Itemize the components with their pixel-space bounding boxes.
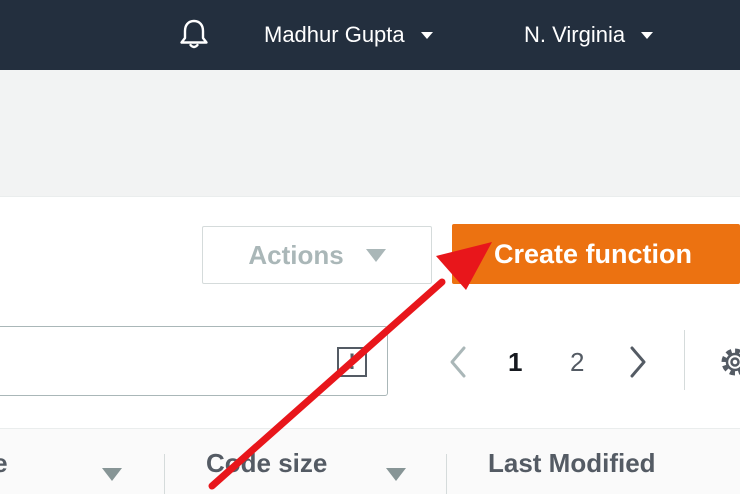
page-header-area bbox=[0, 70, 740, 196]
column-separator bbox=[164, 454, 165, 494]
region-menu-caret-icon bbox=[641, 31, 654, 39]
column-header-last-modified[interactable]: Last Modified bbox=[488, 432, 740, 494]
actions-label: Actions bbox=[248, 239, 344, 270]
gear-icon[interactable] bbox=[716, 343, 740, 381]
page-1-button[interactable]: 1 bbox=[508, 344, 522, 380]
column-code-size-label: Code size bbox=[206, 447, 328, 478]
page-2-button[interactable]: 2 bbox=[570, 344, 584, 380]
column-last-modified-label: Last Modified bbox=[488, 447, 656, 478]
region-name: N. Virginia bbox=[524, 22, 626, 47]
sort-caret-icon[interactable] bbox=[386, 468, 406, 481]
column-header-name[interactable]: me bbox=[0, 432, 164, 494]
user-menu[interactable]: Madhur Gupta bbox=[264, 20, 433, 50]
region-menu[interactable]: N. Virginia bbox=[524, 20, 654, 50]
bell-icon[interactable] bbox=[176, 16, 212, 52]
previous-page-icon[interactable] bbox=[446, 344, 470, 380]
search-input[interactable]: ! bbox=[0, 326, 388, 396]
create-function-button[interactable]: Create function bbox=[452, 224, 740, 284]
column-separator bbox=[446, 454, 447, 494]
toolbar-divider bbox=[684, 330, 685, 390]
user-menu-caret-icon bbox=[420, 31, 433, 39]
caret-down-icon bbox=[365, 248, 386, 262]
top-navigation-bar: Madhur Gupta N. Virginia bbox=[0, 0, 740, 70]
clear-filter-icon[interactable]: ! bbox=[337, 347, 367, 377]
create-function-label: Create function bbox=[494, 238, 693, 269]
column-name-label: me bbox=[0, 447, 8, 478]
sort-caret-icon[interactable] bbox=[102, 468, 122, 481]
column-header-code-size[interactable]: Code size bbox=[206, 432, 442, 494]
actions-dropdown-button[interactable]: Actions bbox=[202, 226, 432, 284]
next-page-icon[interactable] bbox=[626, 344, 650, 380]
user-name: Madhur Gupta bbox=[264, 22, 405, 47]
